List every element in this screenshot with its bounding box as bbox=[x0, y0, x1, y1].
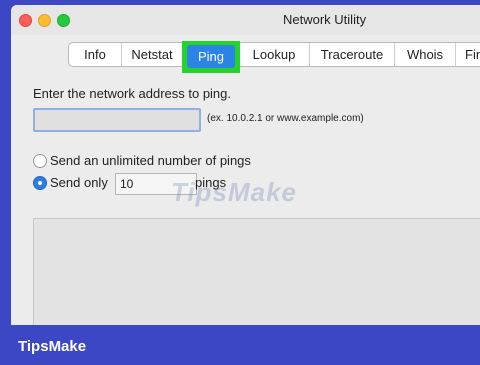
tab-traceroute[interactable]: Traceroute bbox=[310, 43, 395, 66]
brand-logo: TipsMake bbox=[18, 338, 87, 355]
send-only-radio[interactable] bbox=[33, 176, 47, 190]
address-prompt: Enter the network address to ping. bbox=[33, 86, 232, 101]
zoom-window-button[interactable] bbox=[57, 14, 70, 27]
tab-finger[interactable]: Fin bbox=[456, 43, 480, 66]
tab-lookup[interactable]: Lookup bbox=[239, 43, 310, 66]
unlimited-pings-label[interactable]: Send an unlimited number of pings bbox=[50, 153, 251, 168]
window-title: Network Utility bbox=[283, 12, 367, 27]
tab-ping[interactable]: Ping bbox=[187, 45, 235, 68]
tab-bar: Info Netstat Lookup Traceroute Whois Fin bbox=[68, 42, 480, 67]
address-input[interactable] bbox=[33, 108, 201, 132]
close-window-button[interactable] bbox=[19, 14, 32, 27]
minimize-window-button[interactable] bbox=[38, 14, 51, 27]
tab-netstat[interactable]: Netstat bbox=[122, 43, 182, 66]
tab-info[interactable]: Info bbox=[69, 43, 122, 66]
ping-output-area bbox=[33, 218, 480, 325]
watermark: TipsMake bbox=[171, 177, 298, 207]
address-hint: (ex. 10.0.2.1 or www.example.com) bbox=[207, 113, 364, 124]
unlimited-pings-radio[interactable] bbox=[33, 154, 47, 168]
send-only-label[interactable]: Send only bbox=[50, 175, 108, 190]
network-utility-window: Network Utility Info Netstat Lookup Trac… bbox=[11, 5, 480, 325]
tab-whois[interactable]: Whois bbox=[395, 43, 456, 66]
title-bar: Network Utility bbox=[11, 5, 480, 35]
